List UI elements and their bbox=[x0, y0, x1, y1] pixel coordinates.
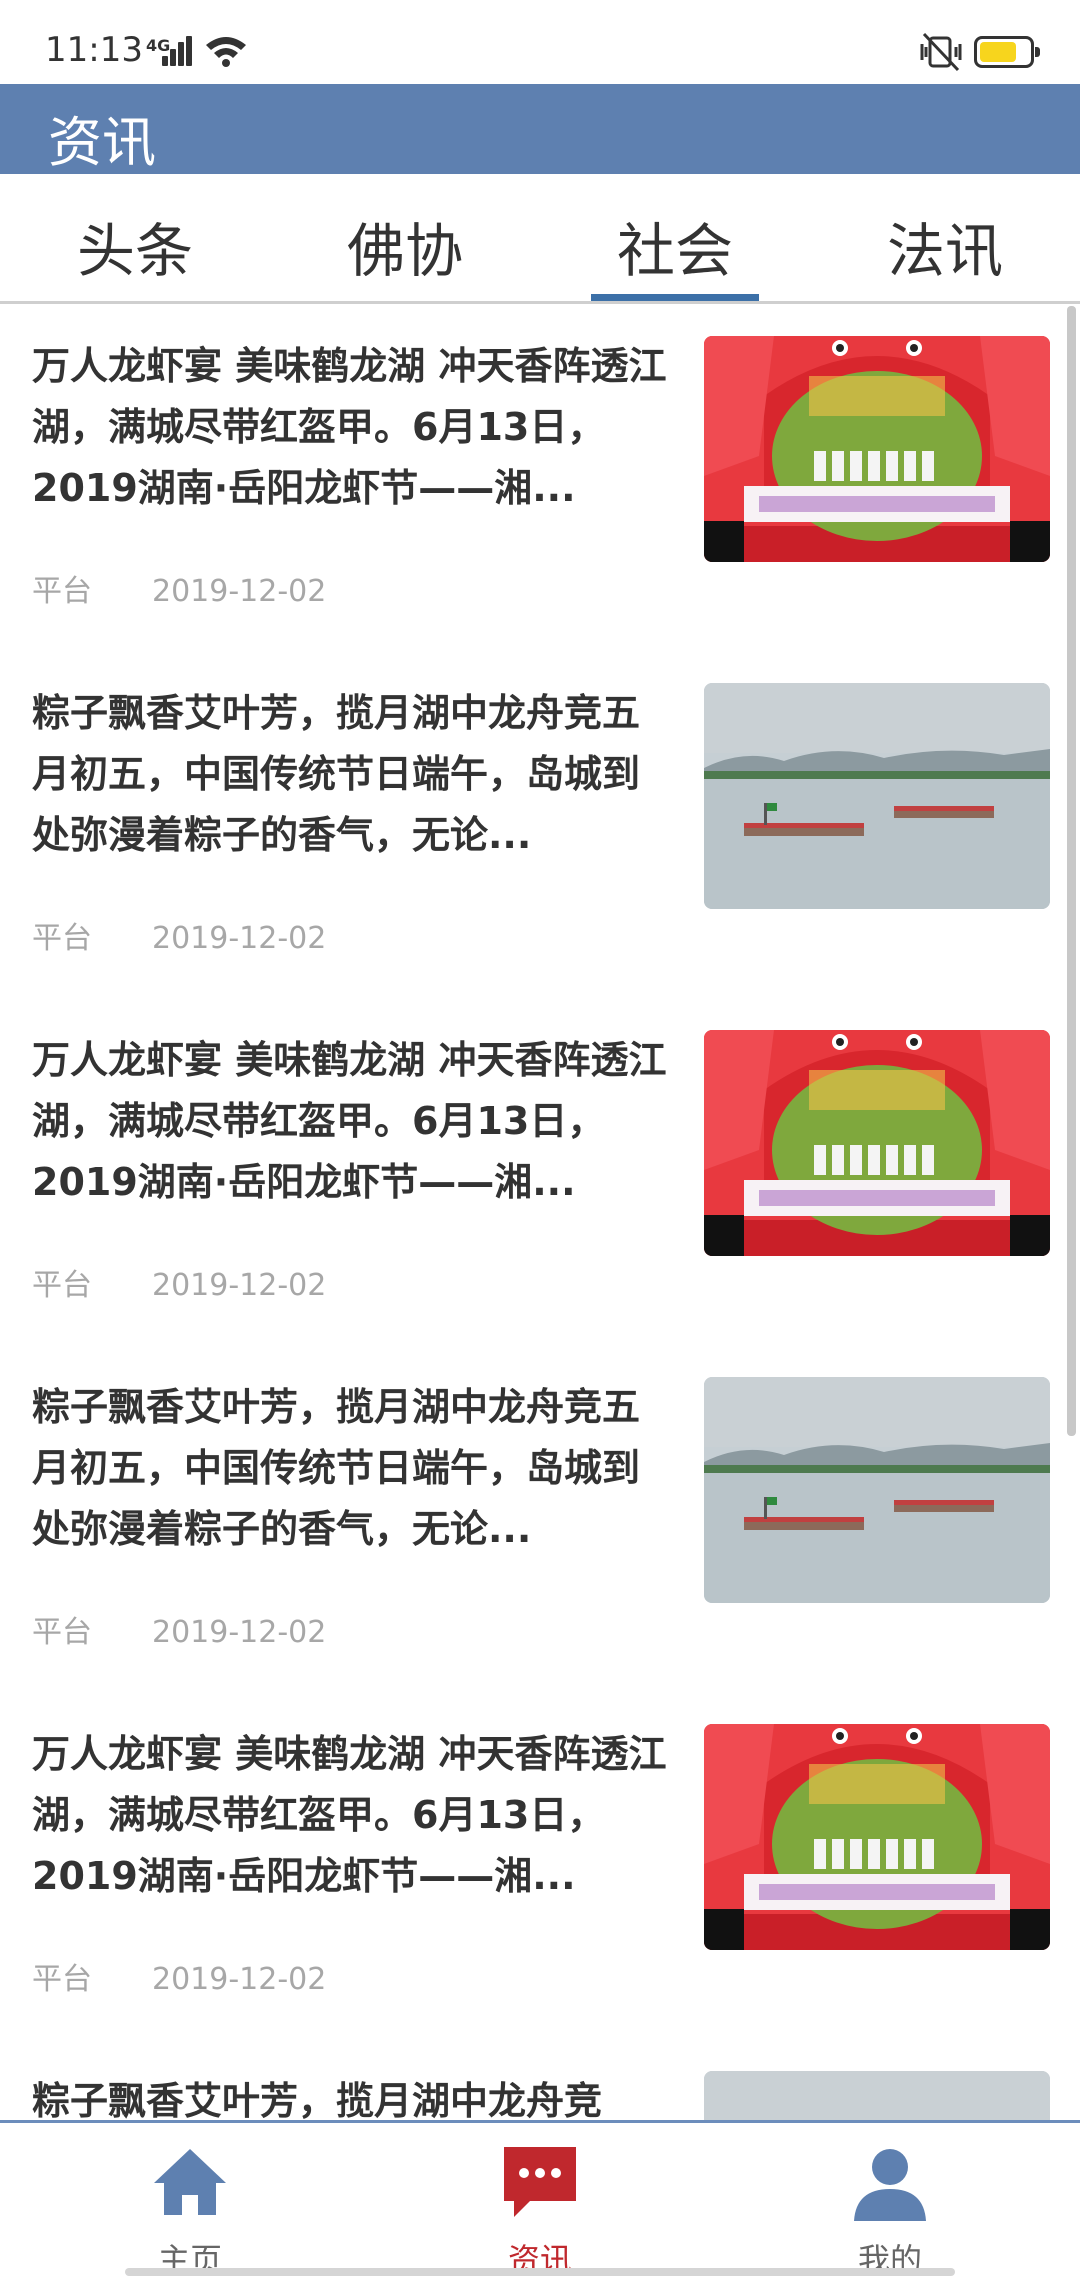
message-icon bbox=[504, 2147, 576, 2217]
dragon-boat-thumbnail[interactable] bbox=[704, 683, 1050, 909]
status-bar: 11:13 4G bbox=[0, 0, 1080, 84]
list-item[interactable]: 万人龙虾宴 美味鹤龙湖 冲天香阵透江湖，满城尽带红盔甲。6月13日，2019湖南… bbox=[0, 304, 1060, 651]
article-title: 万人龙虾宴 美味鹤龙湖 冲天香阵透江湖，满城尽带红盔甲。6月13日，2019湖南… bbox=[32, 1732, 667, 1898]
article-meta: 平台 2019-12-02 bbox=[32, 1260, 326, 1304]
article-meta: 平台 2019-12-02 bbox=[32, 1607, 326, 1651]
list-item[interactable]: 粽子飘香艾叶芳，揽月湖中龙舟竞 bbox=[0, 2039, 1060, 2120]
article-date: 2019-12-02 bbox=[152, 1268, 327, 1303]
wifi-icon bbox=[206, 37, 246, 67]
home-indicator[interactable] bbox=[125, 2268, 955, 2276]
vibrate-mute-icon bbox=[920, 32, 962, 72]
battery-level bbox=[980, 42, 1016, 62]
bottom-navigation: 主页 资讯 我的 bbox=[0, 2120, 1080, 2280]
tab-society[interactable]: 社会 bbox=[540, 204, 810, 288]
article-meta: 平台 2019-12-02 bbox=[32, 566, 326, 610]
article-date: 2019-12-02 bbox=[152, 921, 327, 956]
article-title: 万人龙虾宴 美味鹤龙湖 冲天香阵透江湖，满城尽带红盔甲。6月13日，2019湖南… bbox=[32, 1038, 667, 1204]
article-source: 平台 bbox=[32, 921, 92, 956]
dragon-boat-thumbnail[interactable] bbox=[704, 1377, 1050, 1603]
article-title: 粽子飘香艾叶芳，揽月湖中龙舟竞 bbox=[32, 2079, 603, 2120]
tab-headlines[interactable]: 头条 bbox=[0, 204, 270, 288]
article-list[interactable]: 万人龙虾宴 美味鹤龙湖 冲天香阵透江湖，满城尽带红盔甲。6月13日，2019湖南… bbox=[0, 304, 1060, 2120]
list-item[interactable]: 粽子飘香艾叶芳，揽月湖中龙舟竞五月初五，中国传统节日端午，岛城到处弥漫着粽子的香… bbox=[0, 651, 1060, 998]
tab-buddhist-association[interactable]: 佛协 bbox=[270, 204, 540, 288]
signal-icon bbox=[162, 36, 194, 66]
list-item[interactable]: 万人龙虾宴 美味鹤龙湖 冲天香阵透江湖，满城尽带红盔甲。6月13日，2019湖南… bbox=[0, 1692, 1060, 2039]
user-icon bbox=[854, 2149, 926, 2221]
active-tab-indicator bbox=[591, 294, 759, 301]
article-meta: 平台 2019-12-02 bbox=[32, 1954, 326, 1998]
nav-home[interactable]: 主页 bbox=[10, 2123, 370, 2280]
page-title: 资讯 bbox=[48, 111, 156, 174]
lobster-festival-thumbnail[interactable] bbox=[704, 1724, 1050, 1950]
article-meta: 平台 2019-12-02 bbox=[32, 913, 326, 957]
tab-legal-news[interactable]: 法讯 bbox=[810, 204, 1080, 288]
article-source: 平台 bbox=[32, 1615, 92, 1650]
article-source: 平台 bbox=[32, 1962, 92, 1997]
dragon-boat-thumbnail[interactable] bbox=[704, 2071, 1050, 2120]
article-title: 粽子飘香艾叶芳，揽月湖中龙舟竞五月初五，中国传统节日端午，岛城到处弥漫着粽子的香… bbox=[32, 691, 641, 857]
nav-profile[interactable]: 我的 bbox=[710, 2123, 1070, 2280]
article-source: 平台 bbox=[32, 1268, 92, 1303]
article-date: 2019-12-02 bbox=[152, 574, 327, 609]
list-item[interactable]: 万人龙虾宴 美味鹤龙湖 冲天香阵透江湖，满城尽带红盔甲。6月13日，2019湖南… bbox=[0, 998, 1060, 1345]
nav-news[interactable]: 资讯 bbox=[360, 2123, 720, 2280]
article-date: 2019-12-02 bbox=[152, 1615, 327, 1650]
article-title: 粽子飘香艾叶芳，揽月湖中龙舟竞五月初五，中国传统节日端午，岛城到处弥漫着粽子的香… bbox=[32, 1385, 641, 1551]
battery-icon bbox=[974, 36, 1040, 68]
lobster-festival-thumbnail[interactable] bbox=[704, 336, 1050, 562]
list-item[interactable]: 粽子飘香艾叶芳，揽月湖中龙舟竞五月初五，中国传统节日端午，岛城到处弥漫着粽子的香… bbox=[0, 1345, 1060, 1692]
lobster-festival-thumbnail[interactable] bbox=[704, 1030, 1050, 1256]
app-header: 资讯 bbox=[0, 84, 1080, 174]
article-title: 万人龙虾宴 美味鹤龙湖 冲天香阵透江湖，满城尽带红盔甲。6月13日，2019湖南… bbox=[32, 344, 667, 510]
article-source: 平台 bbox=[32, 574, 92, 609]
category-tabs: 头条 佛协 社会 法讯 bbox=[0, 174, 1080, 304]
scrollbar[interactable] bbox=[1067, 306, 1076, 1436]
article-date: 2019-12-02 bbox=[152, 1962, 327, 1997]
home-icon bbox=[154, 2149, 226, 2215]
status-time: 11:13 bbox=[45, 30, 143, 70]
